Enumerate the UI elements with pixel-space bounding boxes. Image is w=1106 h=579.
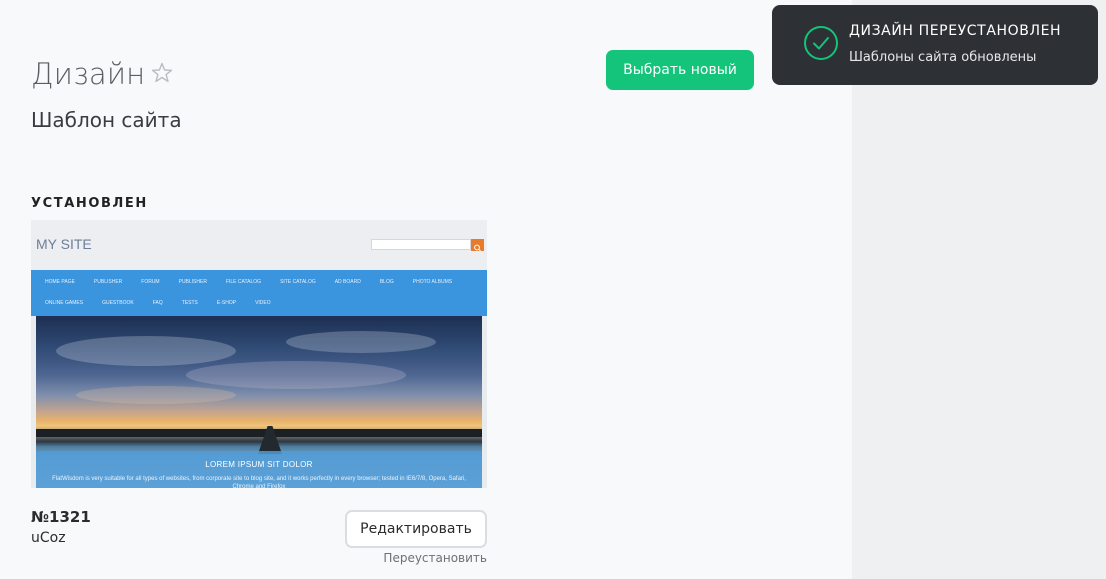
preview-site-title: MY SITE	[36, 236, 92, 252]
toast-message: Шаблоны сайта обновлены	[849, 50, 1037, 65]
preview-nav-item: PUBLISHER	[178, 279, 207, 285]
preview-nav-item: E-SHOP	[216, 300, 237, 306]
edit-button[interactable]: Редактировать	[345, 510, 487, 548]
preview-nav-item: GUESTBOOK	[102, 300, 134, 306]
preview-nav-item: PUBLISHER	[93, 279, 123, 285]
preview-nav-item: VIDEO	[255, 300, 271, 306]
preview-nav-row: HOME PAGE PUBLISHER FORUM PUBLISHER FILE CAT…	[45, 279, 471, 285]
preview-nav-item: ONLINE GAMES	[45, 300, 84, 306]
installed-section-label: УСТАНОВЛЕН	[31, 196, 148, 211]
preview-nav: HOME PAGE PUBLISHER FORUM PUBLISHER FILE CAT…	[31, 270, 487, 316]
star-icon[interactable]	[150, 61, 174, 85]
preview-nav-item: FAQ	[152, 300, 163, 306]
right-side-panel	[852, 0, 1106, 579]
preview-nav-item: FORUM	[141, 279, 160, 285]
preview-nav-item: HOME PAGE	[45, 279, 75, 285]
preview-caption-text: FlatWisdom is very suitable for all type…	[52, 476, 466, 488]
preview-nav-item: TESTS	[181, 300, 198, 306]
checkmark-circle-icon	[803, 25, 839, 61]
page-subtitle: Шаблон сайта	[31, 108, 182, 132]
template-preview[interactable]: MY SITE HOME PAGE PUBLISHER FORUM PUBLISHER…	[31, 220, 487, 488]
page-title: Дизайн	[31, 57, 146, 91]
preview-nav-item: BLOG	[379, 279, 394, 285]
toast-title: ДИЗАЙН ПЕРЕУСТАНОВЛЕН	[849, 23, 1062, 39]
preview-search-field	[371, 239, 471, 250]
preview-caption: LOREM IPSUM SIT DOLOR FlatWisdom is very…	[36, 451, 482, 488]
preview-caption-title: LOREM IPSUM SIT DOLOR	[205, 460, 313, 469]
notification-toast[interactable]: ДИЗАЙН ПЕРЕУСТАНОВЛЕН Шаблоны сайта обно…	[772, 5, 1098, 85]
preview-search-icon	[471, 239, 484, 252]
choose-new-button[interactable]: Выбрать новый	[606, 50, 754, 90]
preview-nav-item: SITE CATALOG	[280, 279, 316, 285]
reinstall-link[interactable]: Переустановить	[345, 551, 487, 565]
preview-header: MY SITE	[31, 220, 487, 270]
template-number: №1321	[31, 508, 91, 526]
preview-nav-item: FILE CATALOG	[225, 279, 262, 285]
preview-nav-item: PHOTO ALBUMS	[412, 279, 453, 285]
preview-nav-item: AD BOARD	[334, 279, 361, 285]
preview-nav-row: ONLINE GAMES GUESTBOOK FAQ TESTS E-SHOP VIDEO	[45, 300, 290, 306]
template-author: uCoz	[31, 530, 66, 546]
